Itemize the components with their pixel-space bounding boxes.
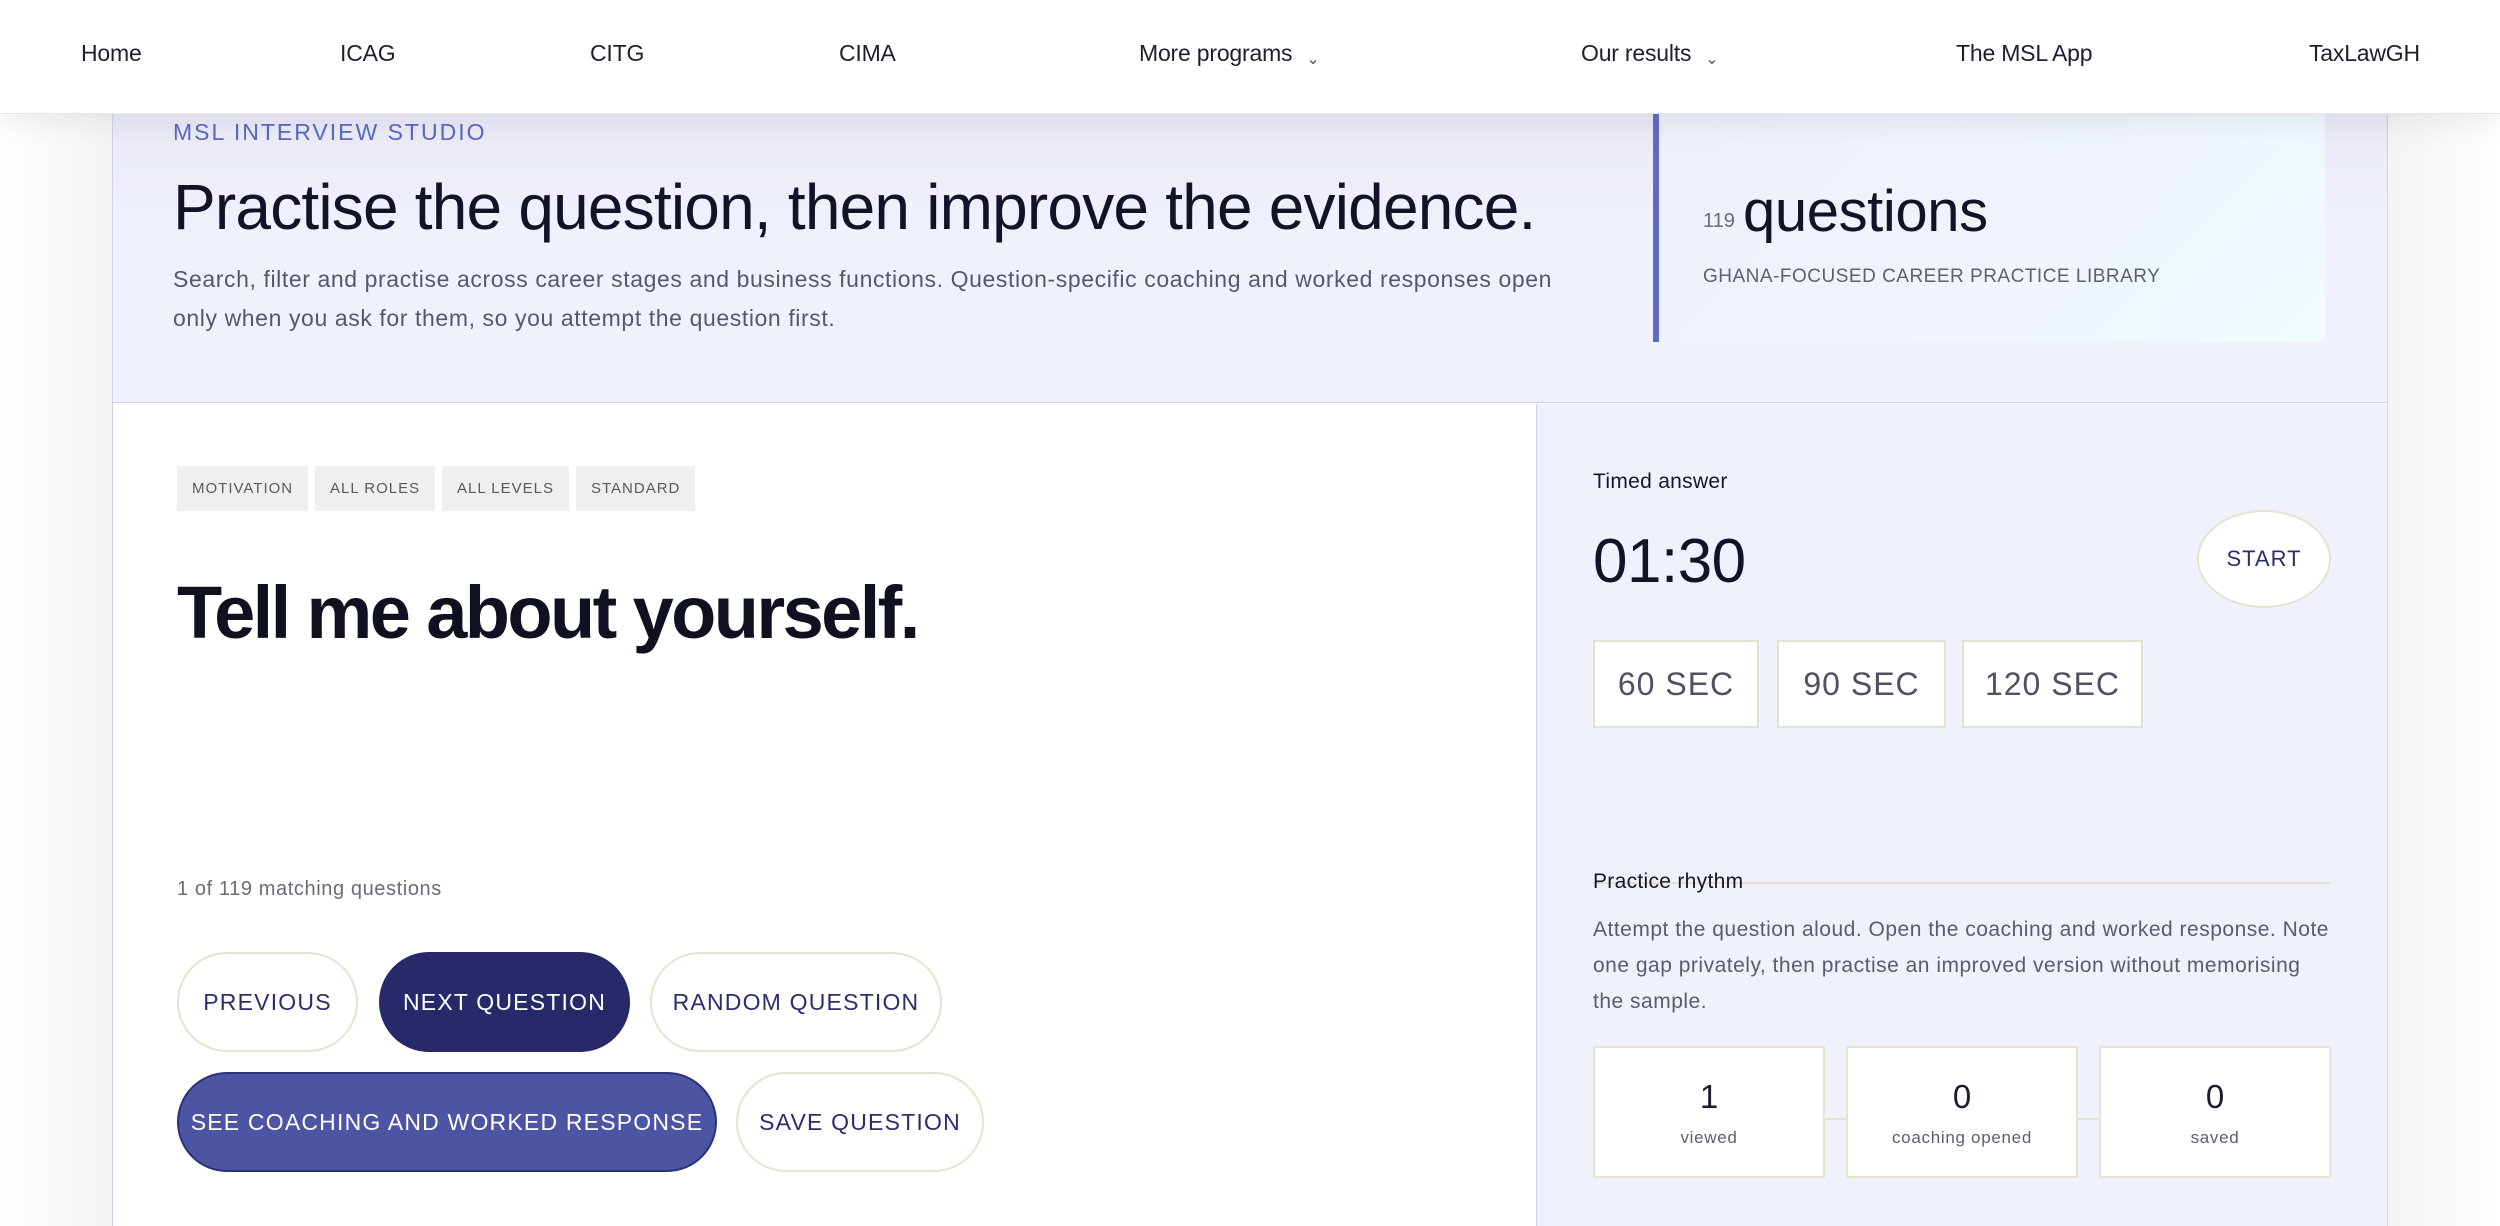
question-count-number: 119 <box>1703 210 1735 232</box>
nav-icag-label: ICAG <box>340 40 396 66</box>
practice-rhythm-text: Attempt the question aloud. Open the coa… <box>1593 918 2329 1013</box>
practice-rhythm-heading: Practice rhythm <box>1593 870 1744 893</box>
top-navigation: Home ICAG CITG CIMA More programs ⌄ Our r… <box>0 0 2500 114</box>
nav-citg-label: CITG <box>590 40 645 66</box>
save-question-button[interactable]: SAVE QUESTION <box>736 1072 984 1172</box>
timed-answer-heading: Timed answer <box>1593 470 1728 493</box>
coaching-opened-count: 0 <box>1952 1078 1972 1115</box>
hero-section: MSL INTERVIEW STUDIO Practise the questi… <box>113 114 2387 403</box>
nav-cima-link[interactable]: CIMA <box>839 40 896 67</box>
see-coaching-button[interactable]: SEE COACHING AND WORKED RESPONSE <box>177 1072 717 1172</box>
nav-our-results-dropdown[interactable]: Our results ⌄ <box>1581 40 1719 68</box>
nav-home-link[interactable]: Home <box>81 40 142 67</box>
random-question-button[interactable]: RANDOM QUESTION <box>650 952 942 1052</box>
start-timer-button[interactable]: START <box>2197 510 2331 608</box>
previous-button[interactable]: PREVIOUS <box>177 952 358 1052</box>
viewed-metric: 1 viewed <box>1593 1046 1825 1178</box>
question-count-panel: 119 questions GHANA-FOCUSED CAREER PRACT… <box>1653 114 2325 342</box>
tag-role[interactable]: ALL ROLES <box>315 466 436 511</box>
nav-taxlawgh-link[interactable]: TaxLawGH <box>2309 40 2420 67</box>
page-title: Practise the question, then improve the … <box>173 171 1536 243</box>
timer-display: 01:30 <box>1593 527 1746 596</box>
studio-eyebrow: MSL INTERVIEW STUDIO <box>173 119 487 145</box>
question-panel: MOTIVATION ALL ROLES ALL LEVELS STANDARD… <box>113 404 1536 1226</box>
tag-difficulty[interactable]: STANDARD <box>576 466 696 511</box>
saved-metric: 0 saved <box>2099 1046 2331 1178</box>
nav-icag-link[interactable]: ICAG <box>340 40 396 67</box>
nav-citg-link[interactable]: CITG <box>590 40 644 67</box>
hero-description: Search, filter and practise across caree… <box>173 266 1553 331</box>
interview-studio-card: MSL INTERVIEW STUDIO Practise the questi… <box>112 114 2388 1226</box>
question-count-label: questions <box>1743 179 1988 244</box>
nav-msl-app-link[interactable]: The MSL App <box>1956 40 2093 67</box>
nav-more-programs-label: More programs <box>1139 40 1293 66</box>
next-question-button[interactable]: NEXT QUESTION <box>379 952 630 1052</box>
saved-label: saved <box>2190 1128 2240 1147</box>
library-caption: GHANA-FOCUSED CAREER PRACTICE LIBRARY <box>1703 266 2161 287</box>
nav-home-label: Home <box>81 40 142 66</box>
tag-level[interactable]: ALL LEVELS <box>442 466 570 511</box>
coaching-opened-label: coaching opened <box>1891 1128 2032 1147</box>
chevron-down-icon: ⌄ <box>1705 51 1719 68</box>
duration-90-button[interactable]: 90 SEC <box>1777 640 1946 728</box>
match-count: 1 of 119 matching questions <box>177 878 442 900</box>
duration-120-button[interactable]: 120 SEC <box>1962 640 2143 728</box>
timer-panel: Timed answer 01:30 START 60 SEC 90 SEC 1… <box>1536 404 2387 1226</box>
viewed-count: 1 <box>1699 1078 1719 1115</box>
nav-cima-label: CIMA <box>839 40 896 66</box>
viewed-label: viewed <box>1680 1128 1738 1147</box>
nav-taxlawgh-label: TaxLawGH <box>2309 40 2420 66</box>
nav-more-programs-dropdown[interactable]: More programs ⌄ <box>1139 40 1320 68</box>
saved-count: 0 <box>2205 1078 2225 1115</box>
coaching-opened-metric: 0 coaching opened <box>1846 1046 2078 1178</box>
tag-category[interactable]: MOTIVATION <box>177 466 309 511</box>
duration-60-button[interactable]: 60 SEC <box>1593 640 1759 728</box>
nav-our-results-label: Our results <box>1581 40 1692 66</box>
chevron-down-icon: ⌄ <box>1306 51 1320 68</box>
nav-msl-app-label: The MSL App <box>1956 40 2093 66</box>
question-text: Tell me about yourself. <box>177 571 920 654</box>
